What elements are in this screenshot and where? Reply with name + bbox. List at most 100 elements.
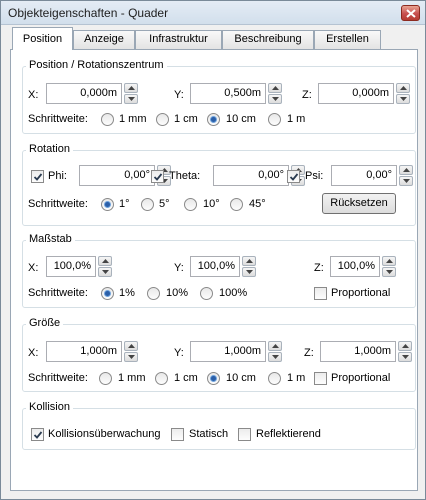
tab-position[interactable]: Position	[12, 27, 73, 50]
theta-input[interactable]: 0,00°	[213, 165, 289, 186]
size-step-10cm-radio[interactable]	[207, 372, 220, 385]
psi-increment[interactable]	[399, 165, 413, 175]
tab-infrastruktur[interactable]: Infrastruktur	[135, 30, 222, 49]
collision-detection-label: Kollisionsüberwachung	[48, 428, 161, 440]
size-x-decrement[interactable]	[124, 352, 138, 362]
rotation-step-10-radio[interactable]	[184, 198, 197, 211]
arrow-up-icon	[246, 259, 253, 263]
arrow-up-icon	[400, 86, 407, 90]
scale-z-spinbox: 100,0%	[330, 256, 396, 277]
size-x-increment[interactable]	[124, 341, 138, 351]
position-group-title: Position / Rotationszentrum	[26, 59, 167, 71]
position-z-spinbox: 0,000m	[318, 83, 410, 104]
scale-x-increment[interactable]	[98, 256, 112, 266]
size-step-1m-radio[interactable]	[268, 372, 281, 385]
scale-z-increment[interactable]	[382, 256, 396, 266]
tab-anzeige[interactable]: Anzeige	[73, 30, 135, 49]
window-title: Objekteigenschaften - Quader	[8, 6, 169, 20]
scale-z-input[interactable]: 100,0%	[330, 256, 380, 277]
scale-step-10pct-label: 10%	[166, 287, 189, 299]
psi-decrement[interactable]	[399, 176, 413, 186]
collision-detection-checkbox[interactable]	[31, 428, 44, 441]
scale-y-increment[interactable]	[242, 256, 256, 266]
position-step-1m-radio[interactable]	[268, 113, 281, 126]
scale-y-decrement[interactable]	[242, 267, 256, 277]
size-group: Größe X: 1,000m Y: 1,000m Z: 1,000m Schr…	[22, 317, 416, 392]
position-step-10cm-radio[interactable]	[207, 113, 220, 126]
phi-input[interactable]: 0,00°	[79, 165, 155, 186]
position-z-input[interactable]: 0,000m	[318, 83, 394, 104]
arrow-down-icon	[400, 97, 407, 101]
position-y-increment[interactable]	[268, 83, 282, 93]
position-x-decrement[interactable]	[124, 94, 138, 104]
size-step-1cm-label: 1 cm	[174, 372, 198, 384]
size-step-1cm-radio[interactable]	[155, 372, 168, 385]
scale-z-decrement[interactable]	[382, 267, 396, 277]
scale-step-100pct-radio[interactable]	[200, 287, 213, 300]
scale-x-decrement[interactable]	[98, 267, 112, 277]
scale-step-1pct-radio[interactable]	[101, 287, 114, 300]
arrow-down-icon	[272, 97, 279, 101]
rotation-step-1-radio[interactable]	[101, 198, 114, 211]
reset-rotation-button[interactable]: Rücksetzen	[322, 193, 396, 214]
position-x-spinbox: 0,000m	[46, 83, 138, 104]
tab-beschreibung[interactable]: Beschreibung	[222, 30, 314, 49]
size-x-input[interactable]: 1,000m	[46, 341, 122, 362]
scale-step-100pct-label: 100%	[219, 287, 248, 299]
arrow-up-icon	[386, 259, 393, 263]
size-proportional-checkbox[interactable]	[314, 372, 327, 385]
arrow-up-icon	[403, 168, 410, 172]
size-y-label: Y:	[174, 347, 184, 359]
size-z-input[interactable]: 1,000m	[320, 341, 396, 362]
position-x-increment[interactable]	[124, 83, 138, 93]
size-y-input[interactable]: 1,000m	[190, 341, 266, 362]
rotation-step-45-radio[interactable]	[230, 198, 243, 211]
size-y-increment[interactable]	[268, 341, 282, 351]
properties-window: Objekteigenschaften - Quader Position An…	[0, 0, 426, 500]
reflective-checkbox[interactable]	[238, 428, 251, 441]
arrow-down-icon	[403, 179, 410, 183]
size-step-1mm-radio[interactable]	[99, 372, 112, 385]
position-step-1mm-radio[interactable]	[101, 113, 114, 126]
title-bar[interactable]: Objekteigenschaften - Quader	[1, 1, 425, 25]
position-y-decrement[interactable]	[268, 94, 282, 104]
position-x-label: X:	[28, 89, 39, 101]
checkmark-icon	[289, 173, 299, 181]
position-z-label: Z:	[302, 89, 312, 101]
static-checkbox[interactable]	[171, 428, 184, 441]
scale-x-label: X:	[28, 262, 39, 274]
rotation-step-label: Schrittweite:	[28, 198, 88, 210]
position-y-input[interactable]: 0,500m	[190, 83, 266, 104]
scale-y-spinbox: 100,0%	[190, 256, 256, 277]
phi-checkbox[interactable]	[31, 170, 44, 183]
size-z-label: Z:	[304, 347, 314, 359]
rotation-group-title: Rotation	[26, 143, 73, 155]
position-group: Position / Rotationszentrum X: 0,000m Y:…	[22, 59, 416, 134]
psi-input[interactable]: 0,00°	[331, 165, 397, 186]
arrow-down-icon	[246, 270, 253, 274]
position-x-input[interactable]: 0,000m	[46, 83, 122, 104]
scale-step-10pct-radio[interactable]	[147, 287, 160, 300]
size-z-increment[interactable]	[398, 341, 412, 351]
psi-checkbox[interactable]	[287, 170, 300, 183]
rotation-step-5-label: 5°	[159, 198, 170, 210]
rotation-step-5-radio[interactable]	[141, 198, 154, 211]
rotation-group: Rotation Phi: 0,00° Theta: 0,00° Psi: 0,…	[22, 143, 416, 226]
close-button[interactable]	[401, 5, 420, 21]
size-x-label: X:	[28, 347, 39, 359]
scale-x-input[interactable]: 100,0%	[46, 256, 96, 277]
scale-y-input[interactable]: 100,0%	[190, 256, 240, 277]
collision-group: Kollision Kollisionsüberwachung Statisch…	[22, 401, 416, 450]
position-z-decrement[interactable]	[396, 94, 410, 104]
arrow-down-icon	[402, 355, 409, 359]
position-z-increment[interactable]	[396, 83, 410, 93]
scale-proportional-checkbox[interactable]	[314, 287, 327, 300]
size-z-spinbox: 1,000m	[320, 341, 412, 362]
size-z-decrement[interactable]	[398, 352, 412, 362]
tab-erstellen[interactable]: Erstellen	[314, 30, 381, 49]
size-y-decrement[interactable]	[268, 352, 282, 362]
size-step-1mm-label: 1 mm	[118, 372, 146, 384]
theta-checkbox[interactable]	[151, 170, 164, 183]
scale-step-label: Schrittweite:	[28, 287, 88, 299]
position-step-1cm-radio[interactable]	[156, 113, 169, 126]
